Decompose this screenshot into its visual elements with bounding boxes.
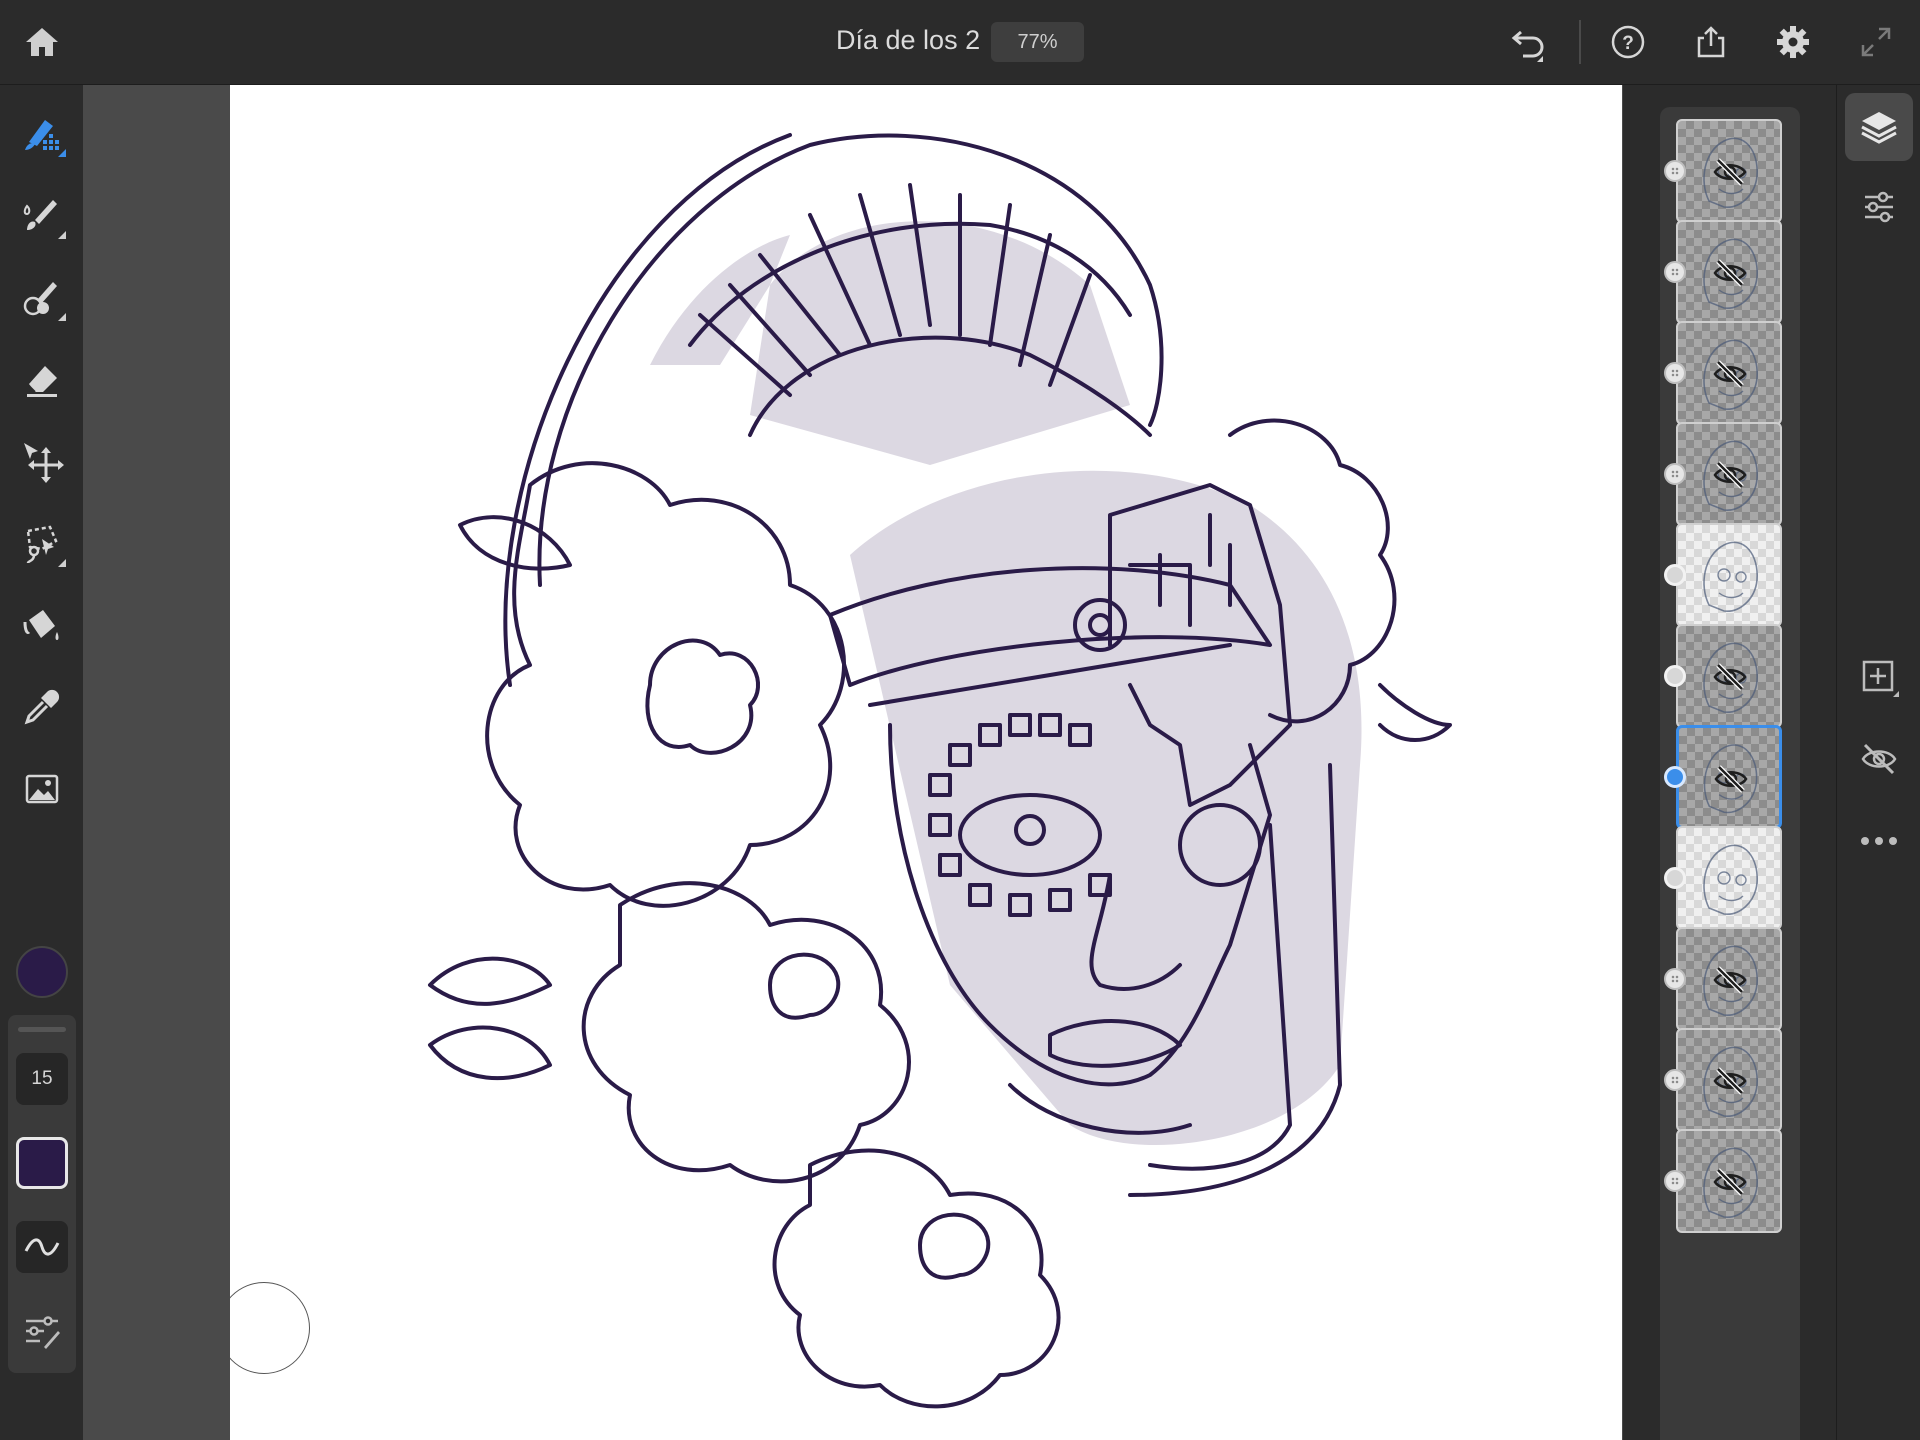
layer-thumbnail[interactable] [1676,1028,1782,1132]
move-transform-icon[interactable] [14,433,70,489]
top-bar: Día de los 2 77% ? [0,0,1920,85]
layer-group-handle[interactable] [1664,1170,1686,1192]
top-bar-divider [1579,20,1581,64]
hidden-layer-icon [1712,659,1748,695]
hidden-layer-icon [1712,457,1748,493]
lasso-select-icon[interactable] [14,515,70,571]
hidden-layer-icon [1712,1063,1748,1099]
more-icon[interactable] [1845,807,1913,875]
canvas-workspace[interactable] [83,85,1623,1440]
brush-flow-icon[interactable] [16,1221,68,1273]
paint-brush-icon[interactable] [14,187,70,243]
hidden-layer-icon [1712,962,1748,998]
layer-thumbnail[interactable] [1676,220,1782,324]
settings-icon[interactable] [1771,20,1815,64]
layer-group-handle[interactable] [1664,1069,1686,1091]
zoom-level[interactable]: 77% [991,22,1084,62]
color-picker-swatch[interactable] [16,946,68,998]
layer-select-dot[interactable] [1664,867,1686,889]
layer-select-dot[interactable] [1664,766,1686,788]
layers-list[interactable] [1660,107,1800,1440]
layer-thumbnail[interactable] [1676,523,1782,627]
layer-thumbnail[interactable] [1676,725,1782,829]
drawing-canvas[interactable] [230,85,1622,1440]
add-layer-icon[interactable] [1845,643,1913,711]
help-icon[interactable]: ? [1606,20,1650,64]
eraser-icon[interactable] [14,351,70,407]
hide-layer-icon[interactable] [1845,725,1913,793]
layer-thumbnail[interactable] [1676,927,1782,1031]
layer-thumbnail[interactable] [1676,119,1782,223]
layers-panel [1623,85,1836,1440]
layer-thumbnail[interactable] [1676,321,1782,425]
brush-settings-panel: 15 [8,1015,76,1373]
layer-group-handle[interactable] [1664,968,1686,990]
layer-properties-icon[interactable] [1845,173,1913,241]
layer-group-handle[interactable] [1664,160,1686,182]
hidden-layer-icon [1712,356,1748,392]
brush-color-swatch[interactable] [16,1137,68,1189]
layer-thumbnail[interactable] [1676,422,1782,526]
panel-grip[interactable] [18,1027,66,1032]
layer-thumbnail[interactable] [1676,624,1782,728]
blend-brush-icon[interactable] [14,269,70,325]
layer-thumbnail[interactable] [1676,1129,1782,1233]
brush-options-icon[interactable] [16,1305,68,1357]
share-icon[interactable] [1689,20,1733,64]
artwork-illustration [428,133,1452,1409]
hidden-layer-icon [1712,255,1748,291]
left-toolbar: 15 [0,85,83,1440]
fullscreen-icon[interactable] [1854,20,1898,64]
right-rail [1836,85,1920,1440]
layers-icon[interactable] [1845,93,1913,161]
eyedropper-icon[interactable] [14,679,70,735]
live-brush-icon[interactable] [14,105,70,161]
svg-text:?: ? [1622,33,1634,54]
layer-group-handle[interactable] [1664,261,1686,283]
home-icon[interactable] [20,20,64,64]
layer-group-handle[interactable] [1664,463,1686,485]
layer-group-handle[interactable] [1664,362,1686,384]
layer-thumbnail[interactable] [1676,826,1782,930]
fill-bucket-icon[interactable] [14,597,70,653]
hidden-layer-icon [1712,154,1748,190]
layer-select-dot[interactable] [1664,665,1686,687]
brush-size[interactable]: 15 [16,1053,68,1105]
hidden-layer-icon [1712,1164,1748,1200]
undo-icon[interactable] [1507,20,1551,64]
image-place-icon[interactable] [14,761,70,817]
document-title[interactable]: Día de los 2 [836,25,980,56]
hidden-layer-icon [1713,761,1749,797]
layer-select-dot[interactable] [1664,564,1686,586]
